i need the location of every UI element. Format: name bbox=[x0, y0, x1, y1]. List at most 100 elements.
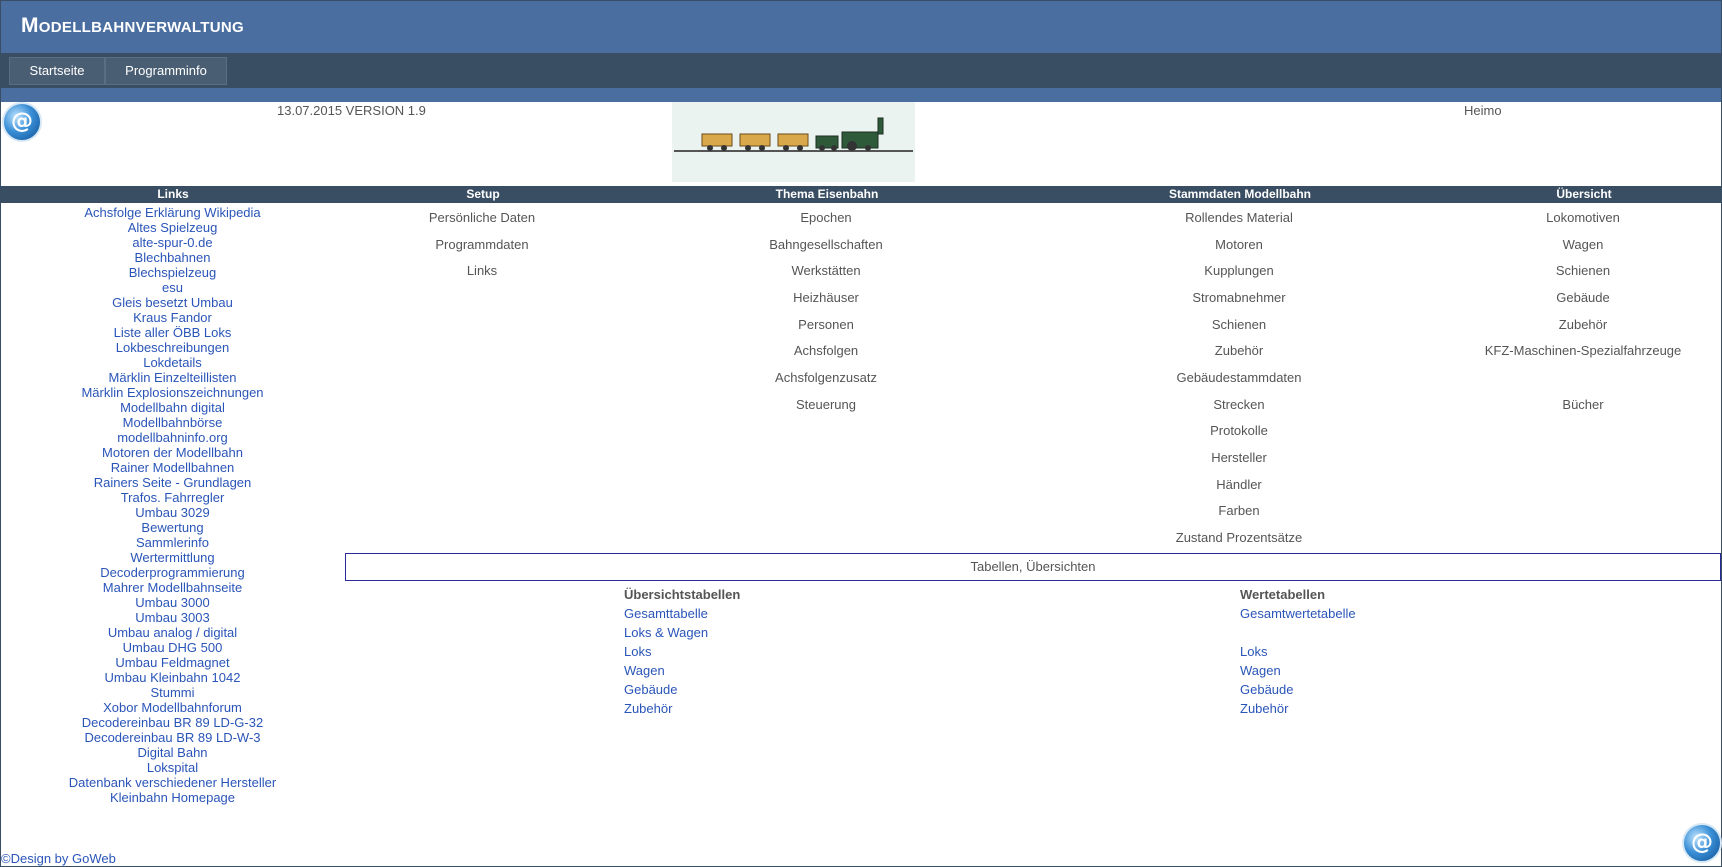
link-item[interactable]: Umbau 3003 bbox=[0, 610, 345, 625]
train-illustration bbox=[674, 117, 913, 152]
link-item[interactable]: alte-spur-0.de bbox=[0, 235, 345, 250]
stammdaten-item[interactable]: Protokolle bbox=[1210, 423, 1268, 438]
link-item[interactable]: modellbahninfo.org bbox=[0, 430, 345, 445]
link-item[interactable]: Umbau DHG 500 bbox=[0, 640, 345, 655]
link-item[interactable]: Altes Spielzeug bbox=[0, 220, 345, 235]
stammdaten-item[interactable]: Motoren bbox=[1215, 237, 1263, 252]
link-item[interactable]: Lokdetails bbox=[0, 355, 345, 370]
value-tables-header: Wertetabellen bbox=[1240, 587, 1326, 602]
stammdaten-item[interactable]: Händler bbox=[1216, 477, 1262, 492]
setup-item[interactable]: Links bbox=[467, 263, 497, 278]
link-item[interactable]: Wertermittlung bbox=[0, 550, 345, 565]
thema-item[interactable]: Achsfolgen bbox=[794, 343, 858, 358]
link-item[interactable]: Trafos. Fahrregler bbox=[0, 490, 345, 505]
link-item[interactable]: Rainers Seite - Grundlagen bbox=[0, 475, 345, 490]
link-item[interactable]: Umbau 3000 bbox=[0, 595, 345, 610]
value-table-link[interactable]: Wagen bbox=[1240, 661, 1356, 680]
uebersicht-item[interactable]: Schienen bbox=[1556, 263, 1610, 278]
thema-item[interactable]: Achsfolgenzusatz bbox=[775, 370, 877, 385]
user-name: Heimo bbox=[1464, 103, 1502, 118]
link-item[interactable]: Sammlerinfo bbox=[0, 535, 345, 550]
link-item[interactable]: Blechbahnen bbox=[0, 250, 345, 265]
thema-item[interactable]: Werkstätten bbox=[791, 263, 860, 278]
nav-startseite-button[interactable]: Startseite bbox=[9, 57, 105, 85]
stammdaten-item[interactable]: Zubehör bbox=[1215, 343, 1263, 358]
overview-table-link[interactable]: Zubehör bbox=[624, 699, 740, 718]
stammdaten-item[interactable]: Kupplungen bbox=[1204, 263, 1273, 278]
overview-table-link[interactable]: Loks & Wagen bbox=[624, 623, 740, 642]
category-stammdaten: Stammdaten Modellbahn bbox=[1168, 187, 1312, 201]
link-item[interactable]: Märklin Explosionszeichnungen bbox=[0, 385, 345, 400]
link-item[interactable]: Decodereinbau BR 89 LD-G-32 bbox=[0, 715, 345, 730]
uebersicht-item[interactable]: Bücher bbox=[1562, 397, 1603, 412]
link-item[interactable]: Modellbahnbörse bbox=[0, 415, 345, 430]
thema-item[interactable]: Heizhäuser bbox=[793, 290, 859, 305]
at-sign-icon[interactable]: @ bbox=[1682, 823, 1722, 863]
at-sign-icon[interactable]: @ bbox=[2, 102, 42, 142]
tables-section-title: Tabellen, Übersichten bbox=[345, 553, 1721, 581]
value-table-link[interactable]: Loks bbox=[1240, 642, 1356, 661]
sub-bar bbox=[1, 88, 1721, 102]
stammdaten-item[interactable]: Rollendes Material bbox=[1185, 210, 1293, 225]
setup-item[interactable]: Programmdaten bbox=[435, 237, 528, 252]
stammdaten-item[interactable]: Schienen bbox=[1212, 317, 1266, 332]
thema-item[interactable]: Personen bbox=[798, 317, 854, 332]
nav-programminfo-button[interactable]: Programminfo bbox=[105, 57, 227, 85]
link-item[interactable]: Stummi bbox=[0, 685, 345, 700]
category-bar: Links Setup Thema Eisenbahn Stammdaten M… bbox=[1, 186, 1721, 203]
link-item[interactable]: Mahrer Modellbahnseite bbox=[0, 580, 345, 595]
value-table-link[interactable]: Zubehör bbox=[1240, 699, 1356, 718]
link-item[interactable]: Kleinbahn Homepage bbox=[0, 790, 345, 805]
value-table-link[interactable]: Gesamtwertetabelle bbox=[1240, 604, 1356, 623]
link-item[interactable]: Lokbeschreibungen bbox=[0, 340, 345, 355]
overview-table-link[interactable]: Wagen bbox=[624, 661, 740, 680]
uebersicht-item[interactable]: Zubehör bbox=[1559, 317, 1607, 332]
value-table-spacer bbox=[1240, 623, 1356, 642]
link-item[interactable]: Datenbank verschiedener Hersteller bbox=[0, 775, 345, 790]
thema-item[interactable]: Epochen bbox=[800, 210, 851, 225]
link-item[interactable]: Xobor Modellbahnforum bbox=[0, 700, 345, 715]
link-item[interactable]: Umbau Feldmagnet bbox=[0, 655, 345, 670]
link-item[interactable]: Kraus Fandor bbox=[0, 310, 345, 325]
link-item[interactable]: Decodereinbau BR 89 LD-W-3 bbox=[0, 730, 345, 745]
thema-item[interactable]: Steuerung bbox=[796, 397, 856, 412]
overview-table-link[interactable]: Gesamttabelle bbox=[624, 604, 740, 623]
link-item[interactable]: Modellbahn digital bbox=[0, 400, 345, 415]
link-item[interactable]: Lokspital bbox=[0, 760, 345, 775]
links-list: Achsfolge Erklärung Wikipedia Altes Spie… bbox=[0, 205, 345, 805]
overview-table-link[interactable]: Gebäude bbox=[624, 680, 740, 699]
footer-credit[interactable]: ©Design by GoWeb bbox=[1, 851, 116, 866]
uebersicht-item[interactable]: KFZ-Maschinen-Spezialfahrzeuge bbox=[1485, 343, 1682, 358]
link-item[interactable]: Decoderprogrammierung bbox=[0, 565, 345, 580]
value-table-link[interactable]: Gebäude bbox=[1240, 680, 1356, 699]
link-item[interactable]: Umbau 3029 bbox=[0, 505, 345, 520]
link-item[interactable]: Umbau Kleinbahn 1042 bbox=[0, 670, 345, 685]
category-uebersicht: Übersicht bbox=[1556, 187, 1612, 201]
thema-item[interactable]: Bahngesellschaften bbox=[769, 237, 882, 252]
link-item[interactable]: Blechspielzeug bbox=[0, 265, 345, 280]
stammdaten-item[interactable]: Stromabnehmer bbox=[1192, 290, 1285, 305]
stammdaten-item[interactable]: Hersteller bbox=[1211, 450, 1267, 465]
link-item[interactable]: Märklin Einzelteillisten bbox=[0, 370, 345, 385]
stammdaten-item[interactable]: Zustand Prozentsätze bbox=[1176, 530, 1302, 545]
overview-tables-header: Übersichtstabellen bbox=[624, 587, 741, 602]
link-item[interactable]: Rainer Modellbahnen bbox=[0, 460, 345, 475]
link-item[interactable]: Digital Bahn bbox=[0, 745, 345, 760]
stammdaten-item[interactable]: Strecken bbox=[1213, 397, 1264, 412]
category-setup: Setup bbox=[466, 187, 500, 201]
uebersicht-item[interactable]: Gebäude bbox=[1556, 290, 1610, 305]
setup-item[interactable]: Persönliche Daten bbox=[429, 210, 535, 225]
link-item[interactable]: Gleis besetzt Umbau bbox=[0, 295, 345, 310]
link-item[interactable]: Achsfolge Erklärung Wikipedia bbox=[0, 205, 345, 220]
overview-table-link[interactable]: Loks bbox=[624, 642, 740, 661]
stammdaten-item[interactable]: Farben bbox=[1218, 503, 1259, 518]
link-item[interactable]: Bewertung bbox=[0, 520, 345, 535]
stammdaten-item[interactable]: Gebäudestammdaten bbox=[1176, 370, 1301, 385]
uebersicht-item[interactable]: Lokomotiven bbox=[1546, 210, 1620, 225]
link-item[interactable]: esu bbox=[0, 280, 345, 295]
uebersicht-item[interactable]: Wagen bbox=[1563, 237, 1604, 252]
link-item[interactable]: Umbau analog / digital bbox=[0, 625, 345, 640]
value-tables: Wertetabellen Gesamtwertetabelle Loks Wa… bbox=[1240, 585, 1356, 718]
link-item[interactable]: Liste aller ÖBB Loks bbox=[0, 325, 345, 340]
link-item[interactable]: Motoren der Modellbahn bbox=[0, 445, 345, 460]
